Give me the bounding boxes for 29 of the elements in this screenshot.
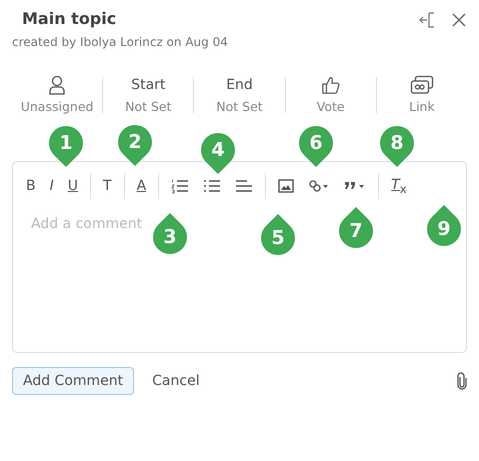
- field-label: Not Set: [216, 99, 263, 115]
- text-style-button[interactable]: T: [100, 178, 115, 194]
- close-icon[interactable]: [451, 12, 467, 28]
- add-comment-button[interactable]: Add Comment: [12, 367, 134, 395]
- image-icon[interactable]: [278, 179, 294, 193]
- numbered-list-icon[interactable]: [171, 178, 190, 194]
- author-caption: created by Ibolya Lorincz on Aug 04: [12, 35, 228, 49]
- date-label[interactable]: Start: [131, 75, 166, 95]
- date-label[interactable]: End: [226, 75, 253, 95]
- link-icon[interactable]: [308, 179, 330, 193]
- field-label: Unassigned: [20, 99, 94, 115]
- cancel-button[interactable]: Cancel: [138, 368, 214, 394]
- text-color-button[interactable]: A: [134, 178, 150, 194]
- link-card-icon[interactable]: [410, 75, 434, 95]
- italic-button[interactable]: I: [46, 178, 57, 194]
- field-label: Link: [409, 99, 435, 115]
- thumbs-up-icon[interactable]: [320, 75, 342, 95]
- bold-button[interactable]: B: [23, 178, 39, 194]
- panel-title: Main topic: [21, 8, 118, 30]
- field-label: Vote: [316, 99, 345, 115]
- bullet-list-icon[interactable]: [203, 179, 222, 193]
- align-icon[interactable]: [235, 179, 254, 193]
- paperclip-icon[interactable]: [457, 372, 467, 390]
- underline-button[interactable]: U: [64, 178, 81, 194]
- person-icon[interactable]: [48, 75, 66, 95]
- collapse-panel-icon[interactable]: [419, 11, 437, 29]
- comment-placeholder: Add a comment: [31, 216, 142, 232]
- clear-format-button[interactable]: T$_{x}$: [388, 176, 410, 196]
- field-label: Not Set: [125, 99, 172, 115]
